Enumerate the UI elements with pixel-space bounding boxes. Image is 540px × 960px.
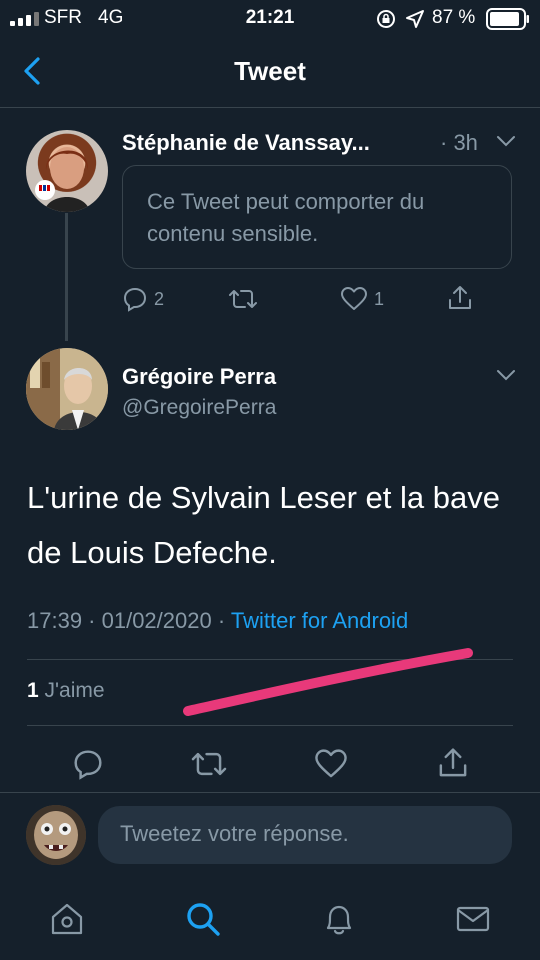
tab-bar	[0, 880, 540, 960]
reply-icon	[123, 287, 147, 312]
heart-icon	[315, 749, 347, 778]
share-icon	[439, 748, 467, 777]
author-name[interactable]: Stéphanie de Vanssay...	[122, 130, 370, 156]
status-bar: SFR 4G 21:21 87 %	[0, 0, 540, 36]
avatar[interactable]	[26, 805, 86, 865]
reply-button[interactable]	[72, 748, 104, 780]
page-title: Tweet	[234, 56, 306, 86]
tweet-timestamp: 17:39 · 01/02/2020 ·	[27, 608, 231, 633]
heart-icon	[341, 287, 367, 310]
location-icon	[406, 10, 424, 28]
tab-notifications[interactable]	[320, 900, 358, 943]
tweet-client-link[interactable]: Twitter for Android	[231, 608, 408, 633]
tweet-time: · 3h	[440, 130, 478, 155]
reply-input[interactable]: Tweetez votre réponse.	[98, 806, 512, 864]
like-count: 1	[374, 288, 385, 309]
likes-count: 1	[27, 679, 39, 702]
home-icon	[51, 903, 83, 935]
like-button[interactable]: 1	[340, 286, 384, 312]
tweet-meta: 17:39 · 01/02/2020 · Twitter for Android	[27, 608, 408, 634]
chevron-down-icon[interactable]	[496, 368, 516, 382]
likes-summary[interactable]: 1 J'aime	[27, 679, 105, 703]
avatar[interactable]	[26, 348, 108, 430]
divider	[0, 792, 540, 793]
orientation-lock-icon	[377, 10, 395, 28]
battery-icon	[486, 8, 529, 30]
chevron-down-icon[interactable]	[496, 134, 516, 148]
divider	[27, 659, 513, 660]
share-button[interactable]	[436, 746, 470, 780]
author-handle[interactable]: @GregoirePerra	[122, 396, 276, 420]
share-button[interactable]	[446, 284, 474, 312]
tab-messages[interactable]	[454, 900, 492, 943]
reply-icon	[74, 750, 102, 780]
tweet-text: L'urine de Sylvain Leser et la bave de L…	[27, 480, 500, 570]
like-button[interactable]	[314, 748, 348, 780]
reply-count: 2	[154, 288, 165, 309]
notifications-icon	[326, 905, 352, 935]
nav-bar: Tweet	[0, 36, 540, 108]
retweet-button[interactable]	[228, 286, 258, 312]
retweet-icon	[229, 290, 257, 308]
avatar[interactable]	[26, 130, 108, 212]
tab-search[interactable]	[184, 900, 222, 943]
search-icon	[187, 903, 220, 936]
share-icon	[449, 286, 471, 309]
retweet-button[interactable]	[190, 748, 228, 780]
thread-line	[65, 213, 68, 341]
battery-percent: 87 %	[432, 7, 476, 28]
messages-icon	[456, 906, 490, 932]
likes-label: J'aime	[38, 679, 105, 702]
tab-home[interactable]	[48, 900, 86, 943]
sensitive-content-notice[interactable]: Ce Tweet peut comporter du contenu sensi…	[122, 165, 512, 269]
retweet-icon	[191, 752, 227, 776]
reply-button[interactable]: 2	[122, 286, 164, 312]
author-name[interactable]: Grégoire Perra	[122, 364, 276, 390]
divider	[27, 725, 513, 726]
